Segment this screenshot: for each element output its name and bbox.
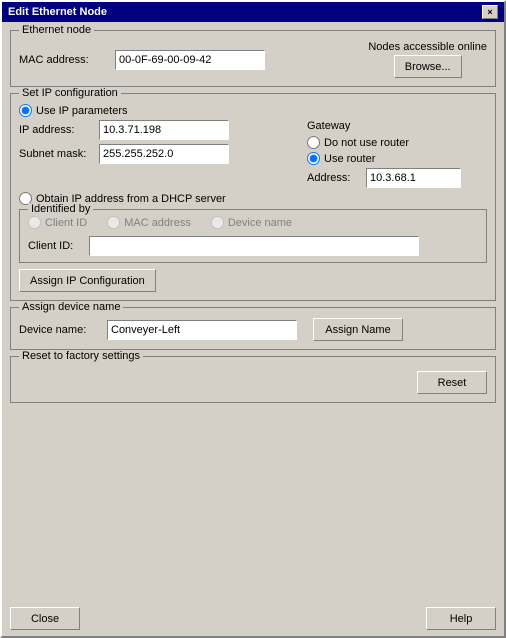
ip-config-inner: IP address: Subnet mask: Gateway Do not … bbox=[19, 120, 487, 188]
device-name-radio bbox=[211, 216, 224, 229]
help-button[interactable]: Help bbox=[426, 607, 496, 630]
assign-name-button[interactable]: Assign Name bbox=[313, 318, 403, 341]
ethernet-node-group: Ethernet node MAC address: Nodes accessi… bbox=[10, 30, 496, 87]
ip-right: Gateway Do not use router Use router Add… bbox=[307, 120, 487, 188]
dhcp-section: Obtain IP address from a DHCP server Ide… bbox=[19, 192, 487, 263]
use-ip-radio[interactable] bbox=[19, 104, 32, 117]
use-ip-label: Use IP parameters bbox=[36, 105, 128, 117]
use-router-label: Use router bbox=[324, 153, 375, 165]
ip-config-group-label: Set IP configuration bbox=[19, 87, 121, 99]
reset-btn-row: Reset bbox=[19, 367, 487, 394]
client-id-radio-text: Client ID bbox=[45, 217, 87, 229]
device-name-label: Device name: bbox=[19, 324, 99, 336]
mac-row: MAC address: bbox=[19, 50, 368, 70]
no-router-radio[interactable] bbox=[307, 136, 320, 149]
close-button[interactable]: Close bbox=[10, 607, 80, 630]
ethernet-section: MAC address: Nodes accessible online Bro… bbox=[19, 41, 487, 78]
gateway-address-row: Address: bbox=[307, 168, 487, 188]
reset-group-label: Reset to factory settings bbox=[19, 350, 143, 362]
client-id-radio-label: Client ID bbox=[28, 216, 87, 229]
subnet-input[interactable] bbox=[99, 144, 229, 164]
device-name-row: Device name: Assign Name bbox=[19, 318, 487, 341]
nodes-accessible-label: Nodes accessible online bbox=[368, 41, 487, 53]
client-id-input bbox=[89, 236, 419, 256]
assign-device-group: Assign device name Device name: Assign N… bbox=[10, 307, 496, 350]
ip-left: IP address: Subnet mask: bbox=[19, 120, 297, 188]
ip-config-group: Set IP configuration Use IP parameters I… bbox=[10, 93, 496, 301]
ethernet-node-label: Ethernet node bbox=[19, 24, 94, 36]
subnet-label: Subnet mask: bbox=[19, 148, 99, 160]
footer-buttons: Close Help bbox=[2, 601, 504, 636]
assign-device-label: Assign device name bbox=[19, 301, 123, 313]
client-id-label: Client ID: bbox=[28, 240, 83, 252]
assign-ip-button[interactable]: Assign IP Configuration bbox=[19, 269, 156, 292]
ip-address-row: IP address: bbox=[19, 120, 297, 140]
identified-by-radio-row: Client ID MAC address Device name bbox=[28, 216, 478, 232]
use-router-radio-label[interactable]: Use router bbox=[307, 152, 487, 165]
no-router-label: Do not use router bbox=[324, 137, 409, 149]
client-id-row: Client ID: bbox=[28, 236, 478, 256]
mac-address-input[interactable] bbox=[115, 50, 265, 70]
title-bar: Edit Ethernet Node × bbox=[2, 2, 504, 22]
no-router-radio-label[interactable]: Do not use router bbox=[307, 136, 487, 149]
assign-ip-btn-row: Assign IP Configuration bbox=[19, 269, 487, 292]
gateway-address-label: Address: bbox=[307, 172, 362, 184]
device-name-radio-label: Device name bbox=[211, 216, 292, 229]
mac-address-radio-text: MAC address bbox=[124, 217, 191, 229]
main-content: Ethernet node MAC address: Nodes accessi… bbox=[2, 22, 504, 601]
client-id-radio bbox=[28, 216, 41, 229]
ip-address-label: IP address: bbox=[19, 124, 99, 136]
main-window: Edit Ethernet Node × Ethernet node MAC a… bbox=[0, 0, 506, 638]
device-name-input[interactable] bbox=[107, 320, 297, 340]
subnet-row: Subnet mask: bbox=[19, 144, 297, 164]
mac-address-radio bbox=[107, 216, 120, 229]
identified-by-group: Identified by Client ID MAC address D bbox=[19, 209, 487, 263]
nodes-section: Nodes accessible online Browse... bbox=[368, 41, 487, 78]
use-ip-radio-label[interactable]: Use IP parameters bbox=[19, 104, 487, 117]
reset-button[interactable]: Reset bbox=[417, 371, 487, 394]
device-name-radio-text: Device name bbox=[228, 217, 292, 229]
mac-address-radio-label: MAC address bbox=[107, 216, 191, 229]
ip-address-input[interactable] bbox=[99, 120, 229, 140]
gateway-address-input[interactable] bbox=[366, 168, 461, 188]
close-window-button[interactable]: × bbox=[482, 5, 498, 19]
mac-label: MAC address: bbox=[19, 54, 109, 66]
use-router-radio[interactable] bbox=[307, 152, 320, 165]
browse-button[interactable]: Browse... bbox=[394, 55, 462, 78]
title-bar-buttons: × bbox=[482, 5, 498, 19]
reset-group: Reset to factory settings Reset bbox=[10, 356, 496, 403]
identified-by-label: Identified by bbox=[28, 203, 93, 215]
gateway-title: Gateway bbox=[307, 120, 487, 132]
window-title: Edit Ethernet Node bbox=[8, 6, 107, 18]
